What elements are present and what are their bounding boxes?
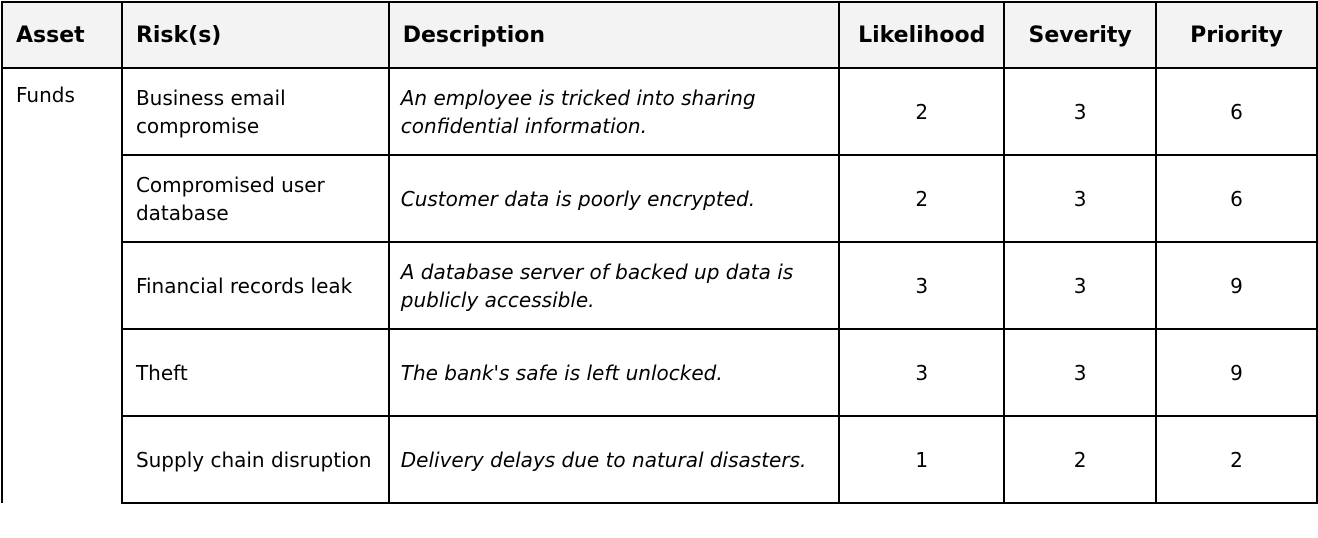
description-cell: Delivery delays due to natural disasters… bbox=[387, 415, 841, 504]
header-likelihood: Likelihood bbox=[838, 1, 1006, 69]
risk-cell: Theft bbox=[120, 328, 390, 417]
asset-cell bbox=[1, 329, 123, 416]
severity-cell: 3 bbox=[1003, 241, 1158, 330]
severity-cell: 3 bbox=[1003, 328, 1158, 417]
asset-cell bbox=[1, 242, 123, 329]
risk-cell: Financial records leak bbox=[120, 241, 390, 330]
severity-cell: 2 bbox=[1003, 415, 1158, 504]
risk-table: Asset Risk(s) Description Likelihood Sev… bbox=[1, 1, 1318, 504]
table-row: Compromised user database Customer data … bbox=[1, 154, 1318, 243]
likelihood-cell: 3 bbox=[838, 241, 1006, 330]
table-row: Financial records leak A database server… bbox=[1, 241, 1318, 330]
priority-cell: 9 bbox=[1155, 328, 1318, 417]
table-row: Theft The bank's safe is left unlocked. … bbox=[1, 328, 1318, 417]
header-description: Description bbox=[387, 1, 841, 69]
likelihood-cell: 2 bbox=[838, 67, 1006, 156]
likelihood-cell: 1 bbox=[838, 415, 1006, 504]
header-priority: Priority bbox=[1155, 1, 1318, 69]
description-cell: The bank's safe is left unlocked. bbox=[387, 328, 841, 417]
priority-cell: 6 bbox=[1155, 67, 1318, 156]
likelihood-cell: 3 bbox=[838, 328, 1006, 417]
asset-cell bbox=[1, 155, 123, 242]
risk-cell: Compromised user database bbox=[120, 154, 390, 243]
header-risks: Risk(s) bbox=[120, 1, 390, 69]
table-row: Funds Business email compromise An emplo… bbox=[1, 67, 1318, 156]
asset-cell: Funds bbox=[1, 67, 123, 155]
risk-cell: Business email compromise bbox=[120, 67, 390, 156]
likelihood-cell: 2 bbox=[838, 154, 1006, 243]
description-cell: An employee is tricked into sharing conf… bbox=[387, 67, 841, 156]
header-severity: Severity bbox=[1003, 1, 1158, 69]
risk-cell: Supply chain disruption bbox=[120, 415, 390, 504]
description-cell: A database server of backed up data is p… bbox=[387, 241, 841, 330]
table-header-row: Asset Risk(s) Description Likelihood Sev… bbox=[1, 1, 1318, 69]
priority-cell: 9 bbox=[1155, 241, 1318, 330]
severity-cell: 3 bbox=[1003, 67, 1158, 156]
priority-cell: 6 bbox=[1155, 154, 1318, 243]
header-asset: Asset bbox=[1, 1, 123, 69]
severity-cell: 3 bbox=[1003, 154, 1158, 243]
asset-cell bbox=[1, 416, 123, 503]
description-cell: Customer data is poorly encrypted. bbox=[387, 154, 841, 243]
table-row: Supply chain disruption Delivery delays … bbox=[1, 415, 1318, 504]
priority-cell: 2 bbox=[1155, 415, 1318, 504]
risk-register: Asset Risk(s) Description Likelihood Sev… bbox=[0, 0, 1318, 538]
